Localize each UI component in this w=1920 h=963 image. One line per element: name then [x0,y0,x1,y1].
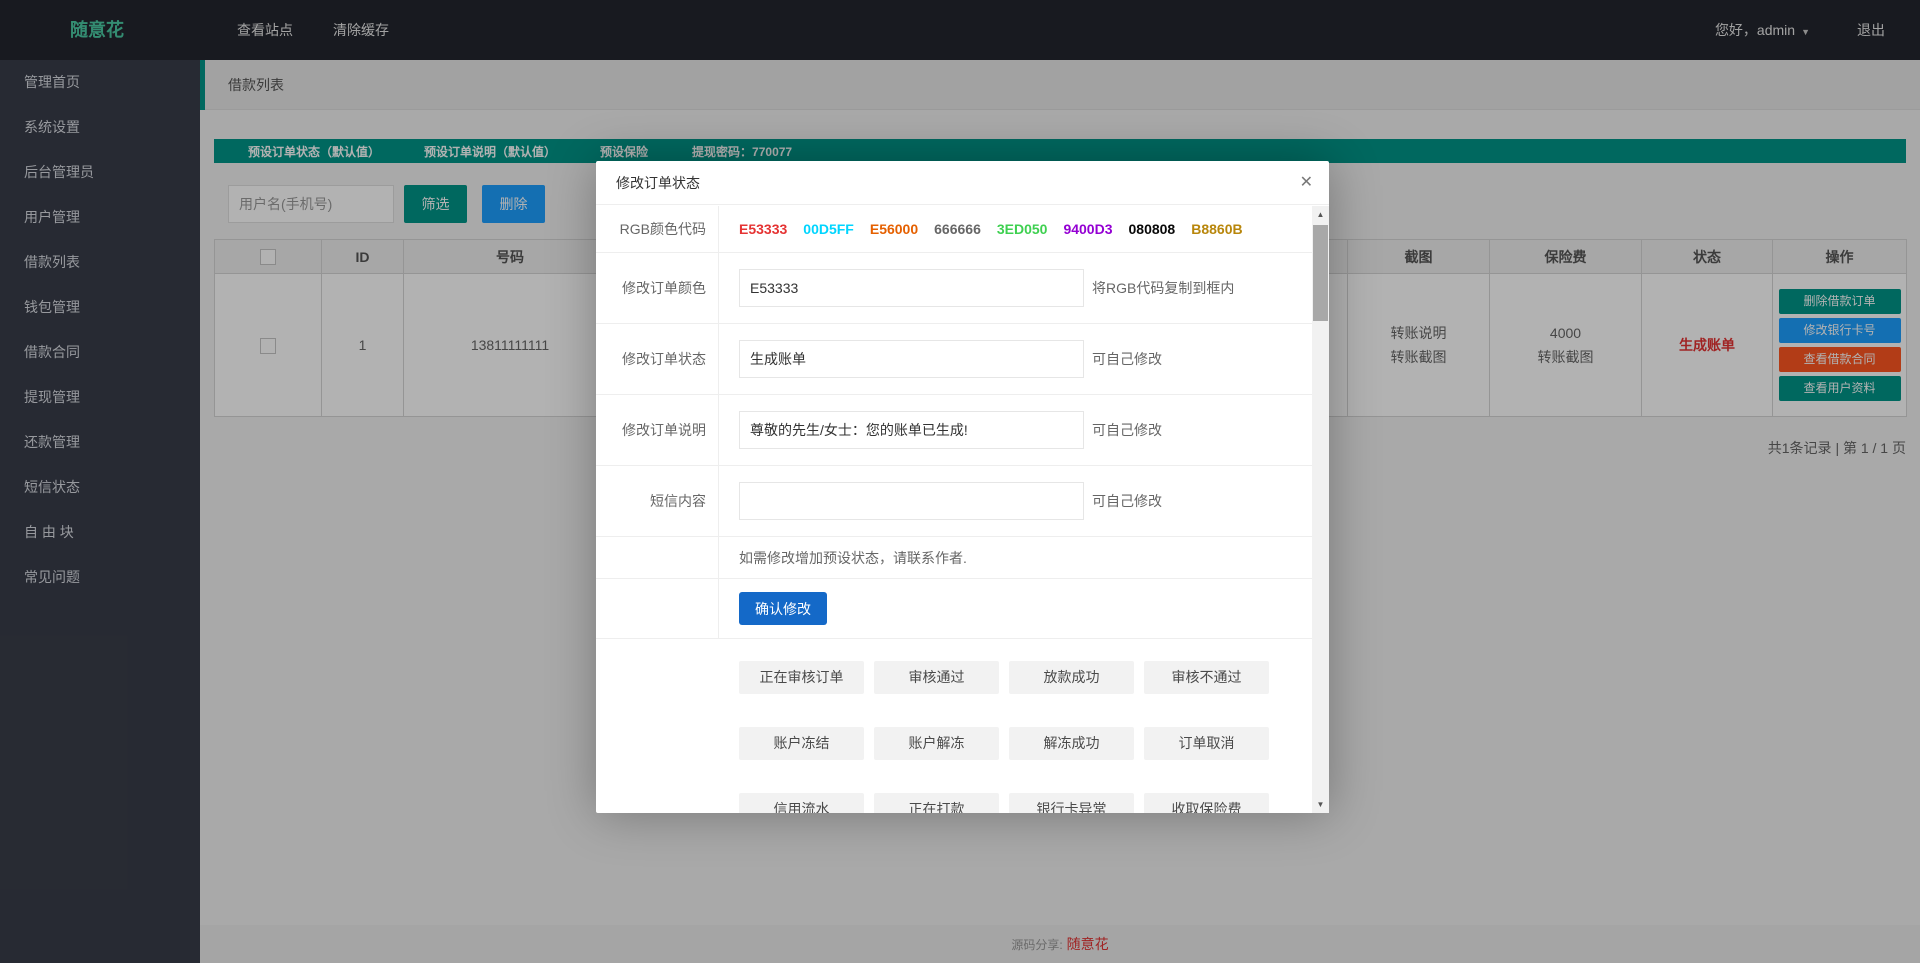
rgb-code-orange[interactable]: E56000 [870,221,918,237]
order-status-label: 修改订单状态 [596,324,719,394]
rgb-code-palette: E53333 00D5FF E56000 666666 3ED050 9400D… [739,221,1243,237]
order-desc-label: 修改订单说明 [596,395,719,465]
edit-order-status-modal: 修改订单状态 ✕ RGB颜色代码 E53333 00D5FF E56000 66… [596,161,1329,813]
sms-content-hint: 可自己修改 [1092,491,1162,511]
rgb-code-purple[interactable]: 9400D3 [1063,221,1112,237]
preset-bank-card-error[interactable]: 银行卡异常 [1009,793,1134,813]
order-status-input[interactable] [739,340,1084,378]
preset-order-cancelled[interactable]: 订单取消 [1144,727,1269,760]
scrollbar-thumb[interactable] [1313,225,1328,321]
scroll-down-icon[interactable]: ▼ [1312,796,1329,813]
order-status-hint: 可自己修改 [1092,349,1162,369]
preset-review-failed[interactable]: 审核不通过 [1144,661,1269,694]
close-icon[interactable]: ✕ [1300,161,1313,205]
order-color-label: 修改订单颜色 [596,253,719,323]
rgb-code-green[interactable]: 3ED050 [997,221,1048,237]
confirm-edit-button[interactable]: 确认修改 [739,592,827,625]
contact-author-note: 如需修改增加预设状态，请联系作者. [739,548,967,568]
preset-credit-flow[interactable]: 信用流水 [739,793,864,813]
rgb-code-cyan[interactable]: 00D5FF [803,221,854,237]
rgb-code-goldenrod[interactable]: B8860B [1191,221,1242,237]
rgb-code-red[interactable]: E53333 [739,221,787,237]
rgb-code-gray[interactable]: 666666 [934,221,981,237]
sms-content-input[interactable] [739,482,1084,520]
rgb-codes-label: RGB颜色代码 [596,206,719,252]
scroll-up-icon[interactable]: ▲ [1312,206,1329,223]
order-color-input[interactable] [739,269,1084,307]
order-color-hint: 将RGB代码复制到框内 [1092,278,1234,298]
preset-account-frozen[interactable]: 账户冻结 [739,727,864,760]
preset-reviewing-order[interactable]: 正在审核订单 [739,661,864,694]
modal-title: 修改订单状态 [596,161,1329,205]
preset-loan-success[interactable]: 放款成功 [1009,661,1134,694]
preset-account-unfreeze[interactable]: 账户解冻 [874,727,999,760]
order-desc-hint: 可自己修改 [1092,420,1162,440]
sms-content-label: 短信内容 [596,466,719,536]
rgb-code-black[interactable]: 080808 [1129,221,1176,237]
modal-body: RGB颜色代码 E53333 00D5FF E56000 666666 3ED0… [596,206,1312,813]
modal-scrollbar[interactable]: ▲ ▼ [1312,206,1329,813]
order-desc-input[interactable] [739,411,1084,449]
preset-status-grid: 正在审核订单 审核通过 放款成功 审核不通过 账户冻结 账户解冻 解冻成功 订单… [739,639,1269,813]
preset-collect-insurance[interactable]: 收取保险费 [1144,793,1269,813]
preset-paying[interactable]: 正在打款 [874,793,999,813]
preset-unfreeze-success[interactable]: 解冻成功 [1009,727,1134,760]
preset-review-passed[interactable]: 审核通过 [874,661,999,694]
